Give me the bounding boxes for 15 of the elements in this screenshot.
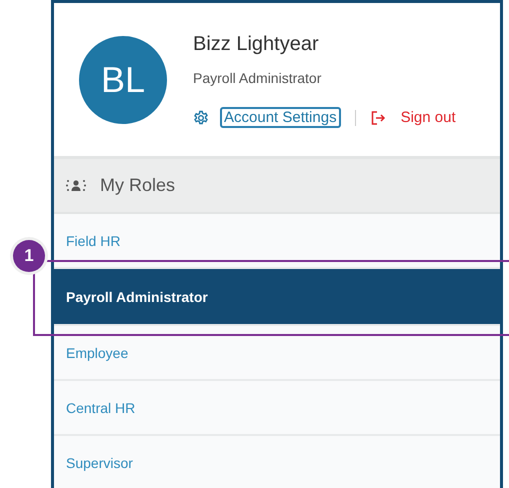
section-title: My Roles <box>100 175 176 196</box>
account-settings-link[interactable]: Account Settings <box>220 107 341 128</box>
settings-icon <box>193 110 209 126</box>
role-item[interactable]: Payroll Administrator <box>54 269 500 326</box>
role-item[interactable]: Employee <box>54 326 500 381</box>
roles-icon <box>66 178 86 194</box>
user-name: Bizz Lightyear <box>193 33 320 56</box>
role-item[interactable]: Field HR <box>54 214 500 269</box>
sign-out-link[interactable]: Sign out <box>396 107 460 128</box>
role-item[interactable]: Central HR <box>54 381 500 436</box>
avatar: BL <box>79 36 167 124</box>
step-badge: 1 <box>13 240 45 272</box>
role-item[interactable]: Supervisor <box>54 436 500 488</box>
user-role: Payroll Administrator <box>193 70 322 86</box>
sign-out-icon <box>370 110 386 126</box>
